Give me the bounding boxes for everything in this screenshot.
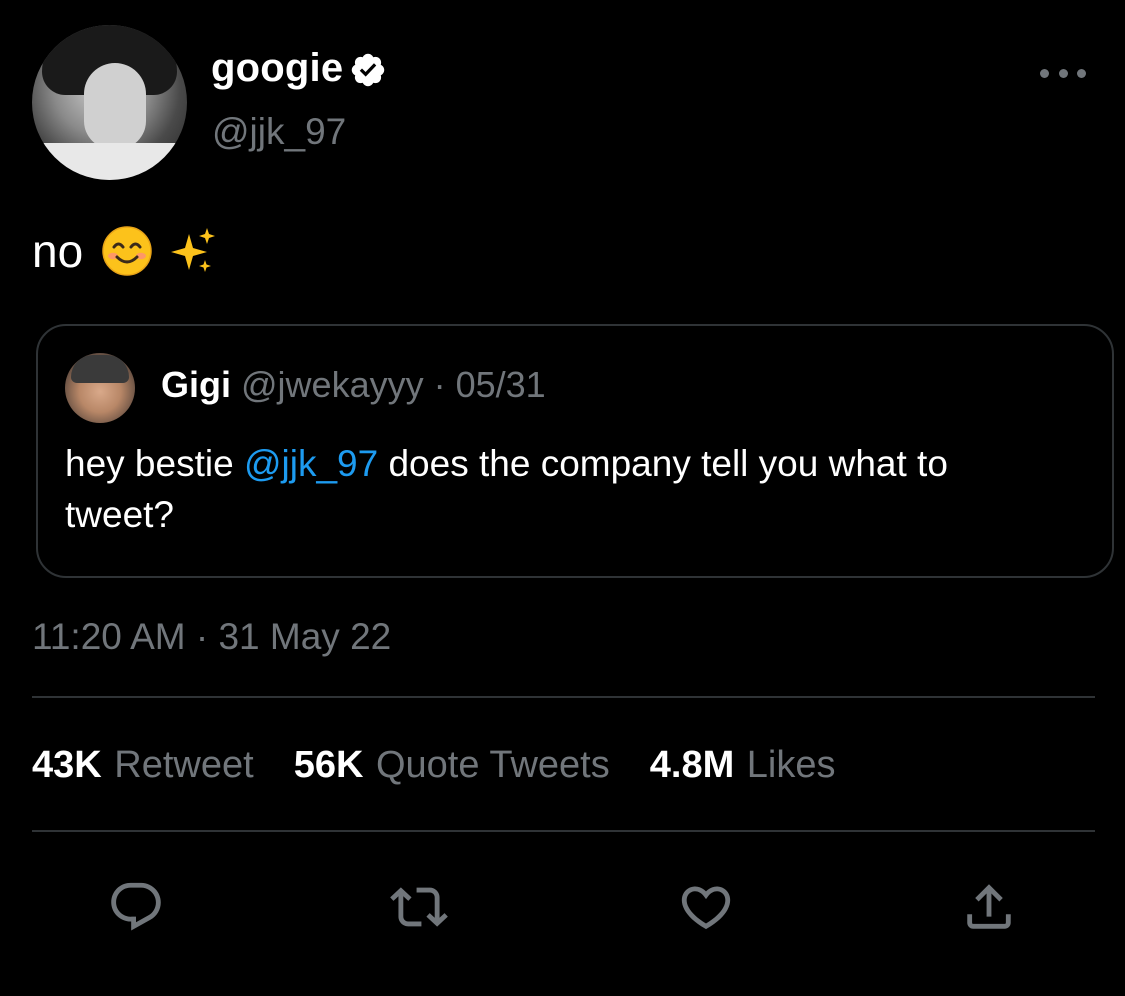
quoted-author-avatar[interactable] [65,353,135,423]
quoted-tweet-header: Gigi @jwekayyy · 05/31 [161,364,546,406]
quote-count: 56K [293,744,364,786]
quoted-tweet-date: 05/31 [455,364,546,405]
quote-label: Quote Tweets [375,744,610,786]
verified-badge-icon [352,53,385,86]
quoted-text-before: hey bestie [65,443,244,484]
reply-button[interactable] [107,878,165,936]
author-name-row: googie [211,46,387,91]
share-icon [967,884,1011,929]
quoted-meta-separator: · [423,364,456,405]
share-button[interactable] [960,878,1018,936]
more-options-icon[interactable] [1040,60,1086,86]
divider-top [32,696,1095,698]
tweet-detail: googie @jjk_97 no Gigi @jwekayyy · 05/31… [0,0,1125,996]
tweet-stats: 43K Retweet 56K Quote Tweets 4.8M Likes [32,744,876,787]
retweet-button[interactable] [390,878,448,936]
divider-bottom [32,830,1095,832]
retweet-stat[interactable]: 43K Retweet [32,744,254,787]
sparkles-icon [171,228,216,272]
quoted-author-name[interactable]: Gigi [161,364,231,405]
author-handle[interactable]: @jjk_97 [212,111,346,153]
tweet-text: no [32,224,217,278]
like-icon [681,886,731,930]
smiling-face-icon [102,226,152,276]
like-button[interactable] [677,878,735,936]
tweet-timestamp[interactable]: 11:20 AM · 31 May 22 [32,616,391,658]
retweet-icon [390,887,448,927]
retweet-label: Retweet [114,744,254,786]
quote-stat[interactable]: 56K Quote Tweets [294,744,610,787]
likes-count: 4.8M [649,744,735,786]
mention-link[interactable]: @jjk_97 [244,443,378,484]
likes-stat[interactable]: 4.8M Likes [650,744,836,787]
retweet-count: 43K [32,744,102,786]
author-display-name[interactable]: googie [211,46,343,91]
author-avatar[interactable] [32,25,187,180]
likes-label: Likes [746,744,836,786]
tweet-body: no [32,225,84,277]
quoted-tweet-card[interactable]: Gigi @jwekayyy · 05/31 hey bestie @jjk_9… [36,324,1114,578]
quoted-tweet-text: hey bestie @jjk_97 does the company tell… [65,438,1065,540]
quoted-author-handle: @jwekayyy [241,364,424,405]
reply-icon [111,882,161,931]
